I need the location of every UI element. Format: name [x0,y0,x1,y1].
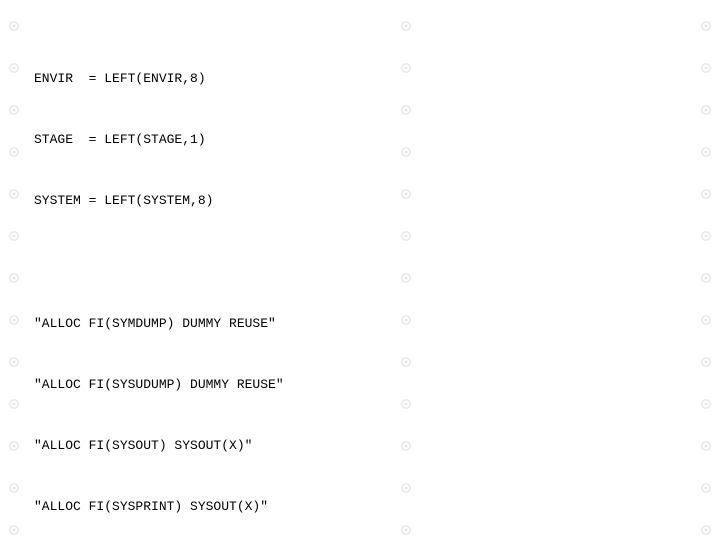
watermark-icon [8,482,20,494]
code-line: "ALLOC FI(SYMDUMP) DUMMY REUSE" [34,314,686,334]
code-line: ENVIR = LEFT(ENVIR,8) [34,69,686,89]
watermark-icon [8,104,20,116]
watermark-icon [700,230,712,242]
watermark-icon [8,398,20,410]
code-line: "ALLOC FI(SYSPRINT) SYSOUT(X)" [34,497,686,517]
watermark-icon [700,272,712,284]
watermark-icon [700,188,712,200]
watermark-icon [8,356,20,368]
code-line: SYSTEM = LEFT(SYSTEM,8) [34,191,686,211]
watermark-icon [8,314,20,326]
watermark-icon [8,20,20,32]
watermark-icon [8,62,20,74]
watermark-icon [700,62,712,74]
code-line: STAGE = LEFT(STAGE,1) [34,130,686,150]
watermark-icon [700,440,712,452]
code-line: "ALLOC FI(SYSUDUMP) DUMMY REUSE" [34,375,686,395]
watermark-icon [700,482,712,494]
watermark-icon [700,356,712,368]
watermark-icon [700,104,712,116]
code-page: ENVIR = LEFT(ENVIR,8) STAGE = LEFT(STAGE… [0,0,720,540]
watermark-icon [700,146,712,158]
watermark-icon [8,524,20,536]
watermark-icon [8,272,20,284]
watermark-column [700,0,712,540]
blank-line [34,252,686,272]
watermark-icon [8,146,20,158]
watermark-column [8,0,20,540]
watermark-icon [700,20,712,32]
code-line: "ALLOC FI(SYSOUT) SYSOUT(X)" [34,436,686,456]
watermark-icon [700,314,712,326]
watermark-icon [8,230,20,242]
code-block: ENVIR = LEFT(ENVIR,8) STAGE = LEFT(STAGE… [34,28,686,540]
watermark-icon [700,524,712,536]
watermark-icon [8,188,20,200]
watermark-icon [700,398,712,410]
watermark-icon [8,440,20,452]
